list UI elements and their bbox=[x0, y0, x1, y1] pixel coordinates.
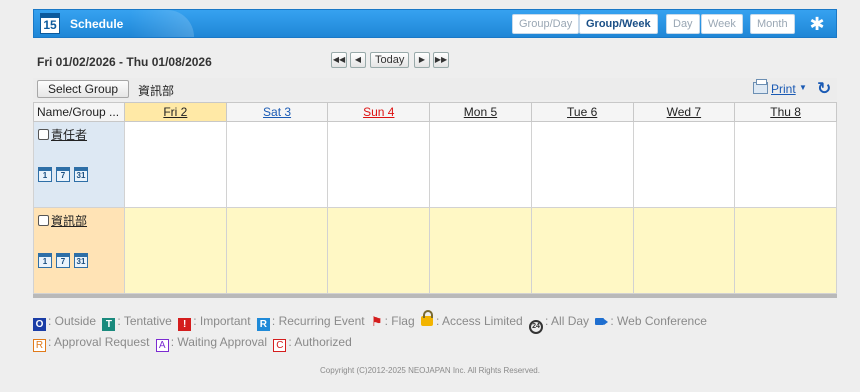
view-icons: 1 7 31 bbox=[38, 253, 120, 268]
date-range: Fri 01/02/2026 - Thu 01/08/2026 bbox=[37, 55, 212, 69]
week-view-icon[interactable]: 7 bbox=[56, 253, 70, 268]
all-day-clock-icon: 24 bbox=[529, 320, 544, 334]
legend-access-label: : Access Limited bbox=[435, 314, 523, 328]
schedule-cell[interactable] bbox=[734, 121, 837, 208]
view-month-button[interactable]: Month bbox=[750, 14, 795, 34]
recurring-icon: R bbox=[256, 318, 270, 331]
legend-authorized-label: : Authorized bbox=[288, 335, 352, 349]
prev-week-button[interactable]: ◀ bbox=[350, 52, 366, 68]
copyright-text: Copyright (C)2012-2025 NEOJAPAN Inc. All… bbox=[320, 366, 540, 375]
schedule-cell[interactable] bbox=[530, 121, 634, 208]
month-view-icon[interactable]: 31 bbox=[74, 167, 88, 182]
month-view-icon[interactable]: 31 bbox=[74, 253, 88, 268]
day-view-icon[interactable]: 1 bbox=[38, 253, 52, 268]
legend-row-1: O: Outside T: Tentative !: Important R: … bbox=[33, 310, 710, 334]
refresh-icon[interactable]: ↻ bbox=[817, 79, 831, 99]
next-week-button[interactable]: ▶ bbox=[414, 52, 430, 68]
schedule-cell[interactable] bbox=[327, 207, 431, 294]
first-week-button[interactable]: ◀◀ bbox=[331, 52, 347, 68]
legend-row-2: R: Approval Request A: Waiting Approval … bbox=[33, 335, 355, 352]
day-link[interactable]: Sat 3 bbox=[263, 105, 291, 119]
user-name-link[interactable]: 責任者 bbox=[51, 128, 87, 142]
schedule-cell[interactable] bbox=[225, 207, 329, 294]
day-header-wed[interactable]: Wed 7 bbox=[632, 102, 736, 122]
day-link[interactable]: Mon 5 bbox=[464, 105, 497, 119]
day-header-thu[interactable]: Thu 8 bbox=[734, 102, 837, 122]
legend-waiting-approval-label: : Waiting Approval bbox=[170, 335, 268, 349]
day-header-fri[interactable]: Fri 2 bbox=[124, 102, 227, 122]
schedule-cell[interactable] bbox=[429, 207, 532, 294]
app-title: Schedule bbox=[70, 17, 124, 31]
grid-bottom-bar bbox=[33, 294, 837, 298]
authorized-icon: C bbox=[273, 339, 287, 352]
print-link[interactable]: Print bbox=[771, 82, 796, 96]
legend-allday-label: : All Day bbox=[545, 314, 590, 328]
app-header: 15 Schedule Group/Day Group/Week Day Wee… bbox=[33, 9, 837, 38]
lock-icon bbox=[420, 310, 433, 326]
legend-tentative-label: : Tentative bbox=[117, 314, 172, 328]
calendar-app-icon: 15 bbox=[40, 13, 60, 34]
schedule-cell[interactable] bbox=[124, 121, 227, 208]
day-view-icon[interactable]: 1 bbox=[38, 167, 52, 182]
day-link[interactable]: Thu 8 bbox=[770, 105, 801, 119]
print-dropdown-caret-icon[interactable]: ▼ bbox=[799, 83, 807, 92]
day-header-sat[interactable]: Sat 3 bbox=[225, 102, 329, 122]
schedule-cell[interactable] bbox=[632, 121, 736, 208]
legend-recurring-label: : Recurring Event bbox=[271, 314, 365, 328]
settings-gear-icon[interactable]: ✱ bbox=[806, 14, 828, 34]
select-group-button[interactable]: Select Group bbox=[37, 80, 130, 98]
grid-header-row: Name/Group ... Fri 2 Sat 3 Sun 4 Mon 5 T… bbox=[33, 102, 837, 122]
legend-flag-label: : Flag bbox=[384, 314, 415, 328]
row-checkbox[interactable] bbox=[38, 215, 49, 226]
schedule-cell[interactable] bbox=[327, 121, 431, 208]
toolbar: Select Group 資訊部 Print ▼ ↻ bbox=[33, 78, 837, 100]
view-week-button[interactable]: Week bbox=[701, 14, 743, 34]
selected-group-name: 資訊部 bbox=[138, 84, 175, 98]
row-checkbox[interactable] bbox=[38, 129, 49, 140]
important-icon: ! bbox=[178, 318, 192, 331]
printer-icon[interactable] bbox=[753, 79, 768, 94]
day-link[interactable]: Wed 7 bbox=[667, 105, 701, 119]
today-button[interactable]: Today bbox=[370, 52, 410, 68]
group-row: 資訊部 1 7 31 bbox=[33, 207, 837, 294]
schedule-grid: Name/Group ... Fri 2 Sat 3 Sun 4 Mon 5 T… bbox=[33, 102, 837, 294]
week-view-icon[interactable]: 7 bbox=[56, 167, 70, 182]
user-row: 責任者 1 7 31 bbox=[33, 121, 837, 208]
day-header-mon[interactable]: Mon 5 bbox=[429, 102, 532, 122]
schedule-cell[interactable] bbox=[225, 121, 329, 208]
tentative-icon: T bbox=[102, 318, 116, 331]
view-icons: 1 7 31 bbox=[38, 167, 120, 182]
last-week-button[interactable]: ▶▶ bbox=[433, 52, 449, 68]
schedule-cell[interactable] bbox=[429, 121, 532, 208]
day-header-tue[interactable]: Tue 6 bbox=[530, 102, 634, 122]
day-link[interactable]: Tue 6 bbox=[567, 105, 597, 119]
user-name-cell: 責任者 1 7 31 bbox=[33, 121, 125, 208]
day-link[interactable]: Sun 4 bbox=[363, 105, 394, 119]
outside-icon: O bbox=[33, 318, 46, 331]
video-camera-icon bbox=[595, 318, 609, 325]
day-header-sun[interactable]: Sun 4 bbox=[327, 102, 431, 122]
group-name-link[interactable]: 資訊部 bbox=[51, 214, 87, 228]
schedule-cell[interactable] bbox=[734, 207, 837, 294]
legend-important-label: : Important bbox=[193, 314, 251, 328]
approval-request-icon: R bbox=[33, 339, 46, 352]
name-group-header[interactable]: Name/Group ... bbox=[33, 102, 125, 122]
view-group-week-button[interactable]: Group/Week bbox=[579, 14, 658, 34]
group-name-cell: 資訊部 1 7 31 bbox=[33, 207, 125, 294]
legend-outside-label: : Outside bbox=[48, 314, 97, 328]
legend-webconf-label: : Web Conference bbox=[610, 314, 707, 328]
schedule-cell[interactable] bbox=[124, 207, 227, 294]
day-link[interactable]: Fri 2 bbox=[163, 105, 187, 119]
legend-approval-request-label: : Approval Request bbox=[48, 335, 150, 349]
waiting-approval-icon: A bbox=[155, 339, 169, 352]
flag-icon: ⚑ bbox=[370, 314, 383, 329]
view-group-day-button[interactable]: Group/Day bbox=[512, 14, 580, 34]
schedule-cell[interactable] bbox=[632, 207, 736, 294]
view-day-button[interactable]: Day bbox=[666, 14, 700, 34]
schedule-cell[interactable] bbox=[530, 207, 634, 294]
